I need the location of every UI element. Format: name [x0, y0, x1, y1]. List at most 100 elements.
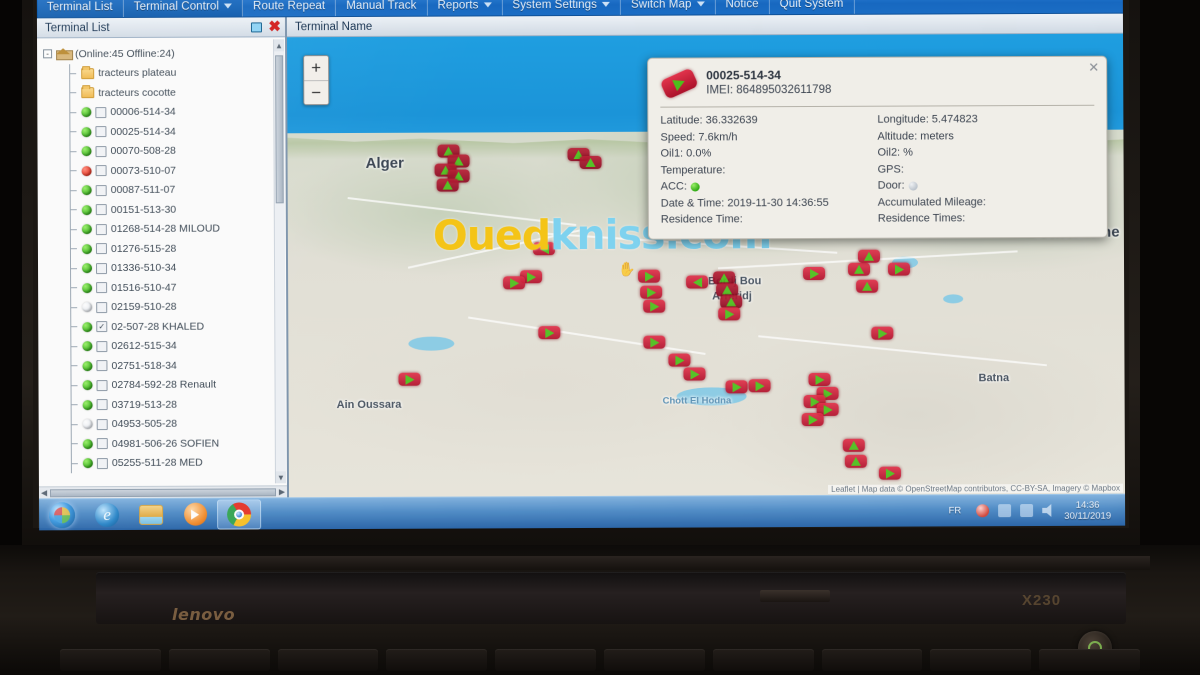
close-icon[interactable]: ✖: [263, 18, 281, 35]
terminal-checkbox[interactable]: [96, 457, 108, 469]
vehicle-marker-icon[interactable]: [640, 285, 663, 299]
vehicle-marker-icon[interactable]: [532, 242, 555, 256]
tree-terminal-row[interactable]: 01336-510-34: [38, 258, 286, 279]
tray-icon-action-center[interactable]: [1020, 504, 1034, 518]
vehicle-marker-icon[interactable]: [668, 353, 691, 367]
tray-language-indicator[interactable]: FR: [949, 505, 968, 516]
menu-item-terminal-list[interactable]: Terminal List: [36, 0, 124, 18]
terminal-checkbox[interactable]: [95, 126, 107, 138]
tray-icon-network[interactable]: [998, 504, 1012, 518]
terminal-info-popup[interactable]: ✕ 00025-514-34 IMEI: 864895032611798 Lat…: [647, 55, 1108, 240]
taskbar-item-google-chrome[interactable]: [217, 498, 262, 530]
menu-item-system-settings[interactable]: System Settings: [502, 0, 622, 16]
restore-icon[interactable]: [249, 20, 263, 34]
menu-item-switch-map[interactable]: Switch Map: [620, 0, 716, 15]
tree-terminal-row[interactable]: 04953-505-28: [39, 414, 287, 435]
terminal-checkbox[interactable]: [96, 262, 108, 274]
terminal-checkbox[interactable]: [96, 360, 108, 372]
tree-root-node[interactable]: - (Online:45 Offline:24): [37, 43, 285, 64]
keyboard-key[interactable]: [712, 649, 814, 671]
menu-item-route-repeat[interactable]: Route Repeat: [243, 0, 337, 17]
keyboard-key[interactable]: [386, 649, 488, 671]
vehicle-marker-icon[interactable]: [871, 326, 894, 340]
menu-item-quit-system[interactable]: Quit System: [769, 0, 855, 15]
taskbar-item-windows-explorer[interactable]: [129, 499, 173, 529]
vehicle-marker-icon[interactable]: [503, 276, 526, 290]
scroll-left-arrow-icon[interactable]: ◀: [41, 488, 47, 497]
map-canvas[interactable]: + − AlgerConstantineBatnaBordj BouArreri…: [287, 33, 1126, 498]
vehicle-marker-icon[interactable]: [686, 275, 709, 289]
tree-terminal-row[interactable]: 01268-514-28 MILOUD: [38, 219, 286, 240]
terminal-checkbox[interactable]: [95, 243, 107, 255]
tree-terminal-row[interactable]: 01516-510-47: [38, 277, 286, 298]
tree-terminal-row[interactable]: 02612-515-34: [38, 336, 286, 357]
scrollbar-thumb-horizontal[interactable]: [50, 487, 276, 497]
vehicle-marker-icon[interactable]: [398, 372, 421, 386]
terminal-checkbox[interactable]: [96, 379, 108, 391]
vehicle-marker-icon[interactable]: [748, 379, 771, 393]
tree-terminal-row[interactable]: 03719-513-28: [39, 394, 287, 415]
tree-terminal-row[interactable]: 00006-514-34: [37, 102, 285, 123]
taskbar-clock[interactable]: 14:36 30/11/2019: [1064, 499, 1117, 521]
vehicle-marker-icon[interactable]: [856, 279, 879, 293]
taskbar-item-internet-explorer[interactable]: [85, 499, 129, 529]
tree-expander[interactable]: -: [43, 49, 53, 59]
terminal-checkbox[interactable]: [95, 204, 107, 216]
tray-icon-red[interactable]: [976, 504, 990, 518]
terminal-checkbox[interactable]: [96, 282, 108, 294]
menu-item-notice[interactable]: Notice: [715, 0, 770, 15]
windows-start-orb-icon[interactable]: [39, 500, 85, 530]
terminal-checkbox[interactable]: [95, 184, 107, 196]
terminal-checkbox[interactable]: [96, 438, 108, 450]
tree-terminal-row[interactable]: 00070-508-28: [37, 141, 285, 162]
keyboard-row[interactable]: [60, 645, 1140, 675]
vehicle-marker-icon[interactable]: [643, 299, 666, 313]
vehicle-marker-icon[interactable]: [643, 335, 666, 349]
keyboard-key[interactable]: [495, 649, 596, 671]
tree-terminal-row[interactable]: 01276-515-28: [38, 238, 286, 259]
terminal-checkbox[interactable]: [95, 223, 107, 235]
tree-terminal-row[interactable]: 02159-510-28: [38, 297, 286, 318]
menu-item-manual-track[interactable]: Manual Track: [336, 0, 428, 17]
keyboard-key[interactable]: [930, 649, 1032, 671]
keyboard-key[interactable]: [277, 649, 379, 671]
zoom-in-button[interactable]: +: [304, 56, 329, 81]
vehicle-marker-icon[interactable]: [844, 454, 867, 468]
keyboard-key[interactable]: [603, 649, 705, 671]
terminal-checkbox[interactable]: [95, 106, 107, 118]
map-attribution[interactable]: Leaflet | Map data © OpenStreetMap contr…: [828, 483, 1124, 494]
scrollbar-thumb[interactable]: [275, 55, 284, 204]
trackpoint-buttons[interactable]: [760, 590, 830, 602]
vehicle-marker-icon[interactable]: [683, 367, 706, 381]
terminal-checkbox[interactable]: [96, 418, 108, 430]
tree-terminal-row[interactable]: 00025-514-34: [37, 121, 285, 142]
terminal-checkbox[interactable]: [96, 399, 108, 411]
terminal-checkbox[interactable]: [95, 165, 107, 177]
vehicle-marker-icon[interactable]: [842, 438, 865, 452]
tree-terminal-row[interactable]: 00151-513-30: [38, 199, 286, 220]
taskbar-item-media-player[interactable]: [173, 499, 217, 529]
tree-folder-tracteurs-cocotte[interactable]: tracteurs cocotte: [37, 82, 285, 103]
map-zoom-control[interactable]: + −: [303, 55, 330, 106]
tree-terminal-row[interactable]: 05255-511-28 MED: [39, 453, 287, 474]
vehicle-marker-icon[interactable]: [718, 307, 741, 321]
terminal-checkbox[interactable]: ✓: [96, 321, 108, 333]
menu-item-reports[interactable]: Reports: [427, 0, 503, 16]
menu-item-terminal-control[interactable]: Terminal Control: [123, 0, 244, 17]
tree-terminal-row[interactable]: 04981-506-26 SOFIEN: [39, 433, 287, 454]
zoom-out-button[interactable]: −: [304, 80, 329, 105]
vehicle-marker-icon[interactable]: [579, 155, 602, 170]
tray-icon-volume[interactable]: [1042, 504, 1055, 517]
scroll-right-arrow-icon[interactable]: ▶: [279, 487, 285, 496]
close-icon[interactable]: ✕: [1088, 60, 1099, 76]
tree-terminal-row[interactable]: ✓ 02-507-28 KHALED: [38, 316, 286, 337]
vehicle-marker-icon[interactable]: [803, 266, 826, 281]
vehicle-marker-icon[interactable]: [725, 380, 748, 394]
vehicle-marker-icon[interactable]: [638, 269, 661, 283]
vehicle-marker-icon[interactable]: [808, 372, 831, 387]
terminal-checkbox[interactable]: [96, 301, 108, 313]
keyboard-key[interactable]: [168, 649, 270, 671]
tree-horizontal-scrollbar[interactable]: ◀ ▶: [38, 485, 288, 499]
vehicle-marker-icon[interactable]: [857, 249, 881, 263]
vehicle-marker-icon[interactable]: [538, 326, 561, 340]
